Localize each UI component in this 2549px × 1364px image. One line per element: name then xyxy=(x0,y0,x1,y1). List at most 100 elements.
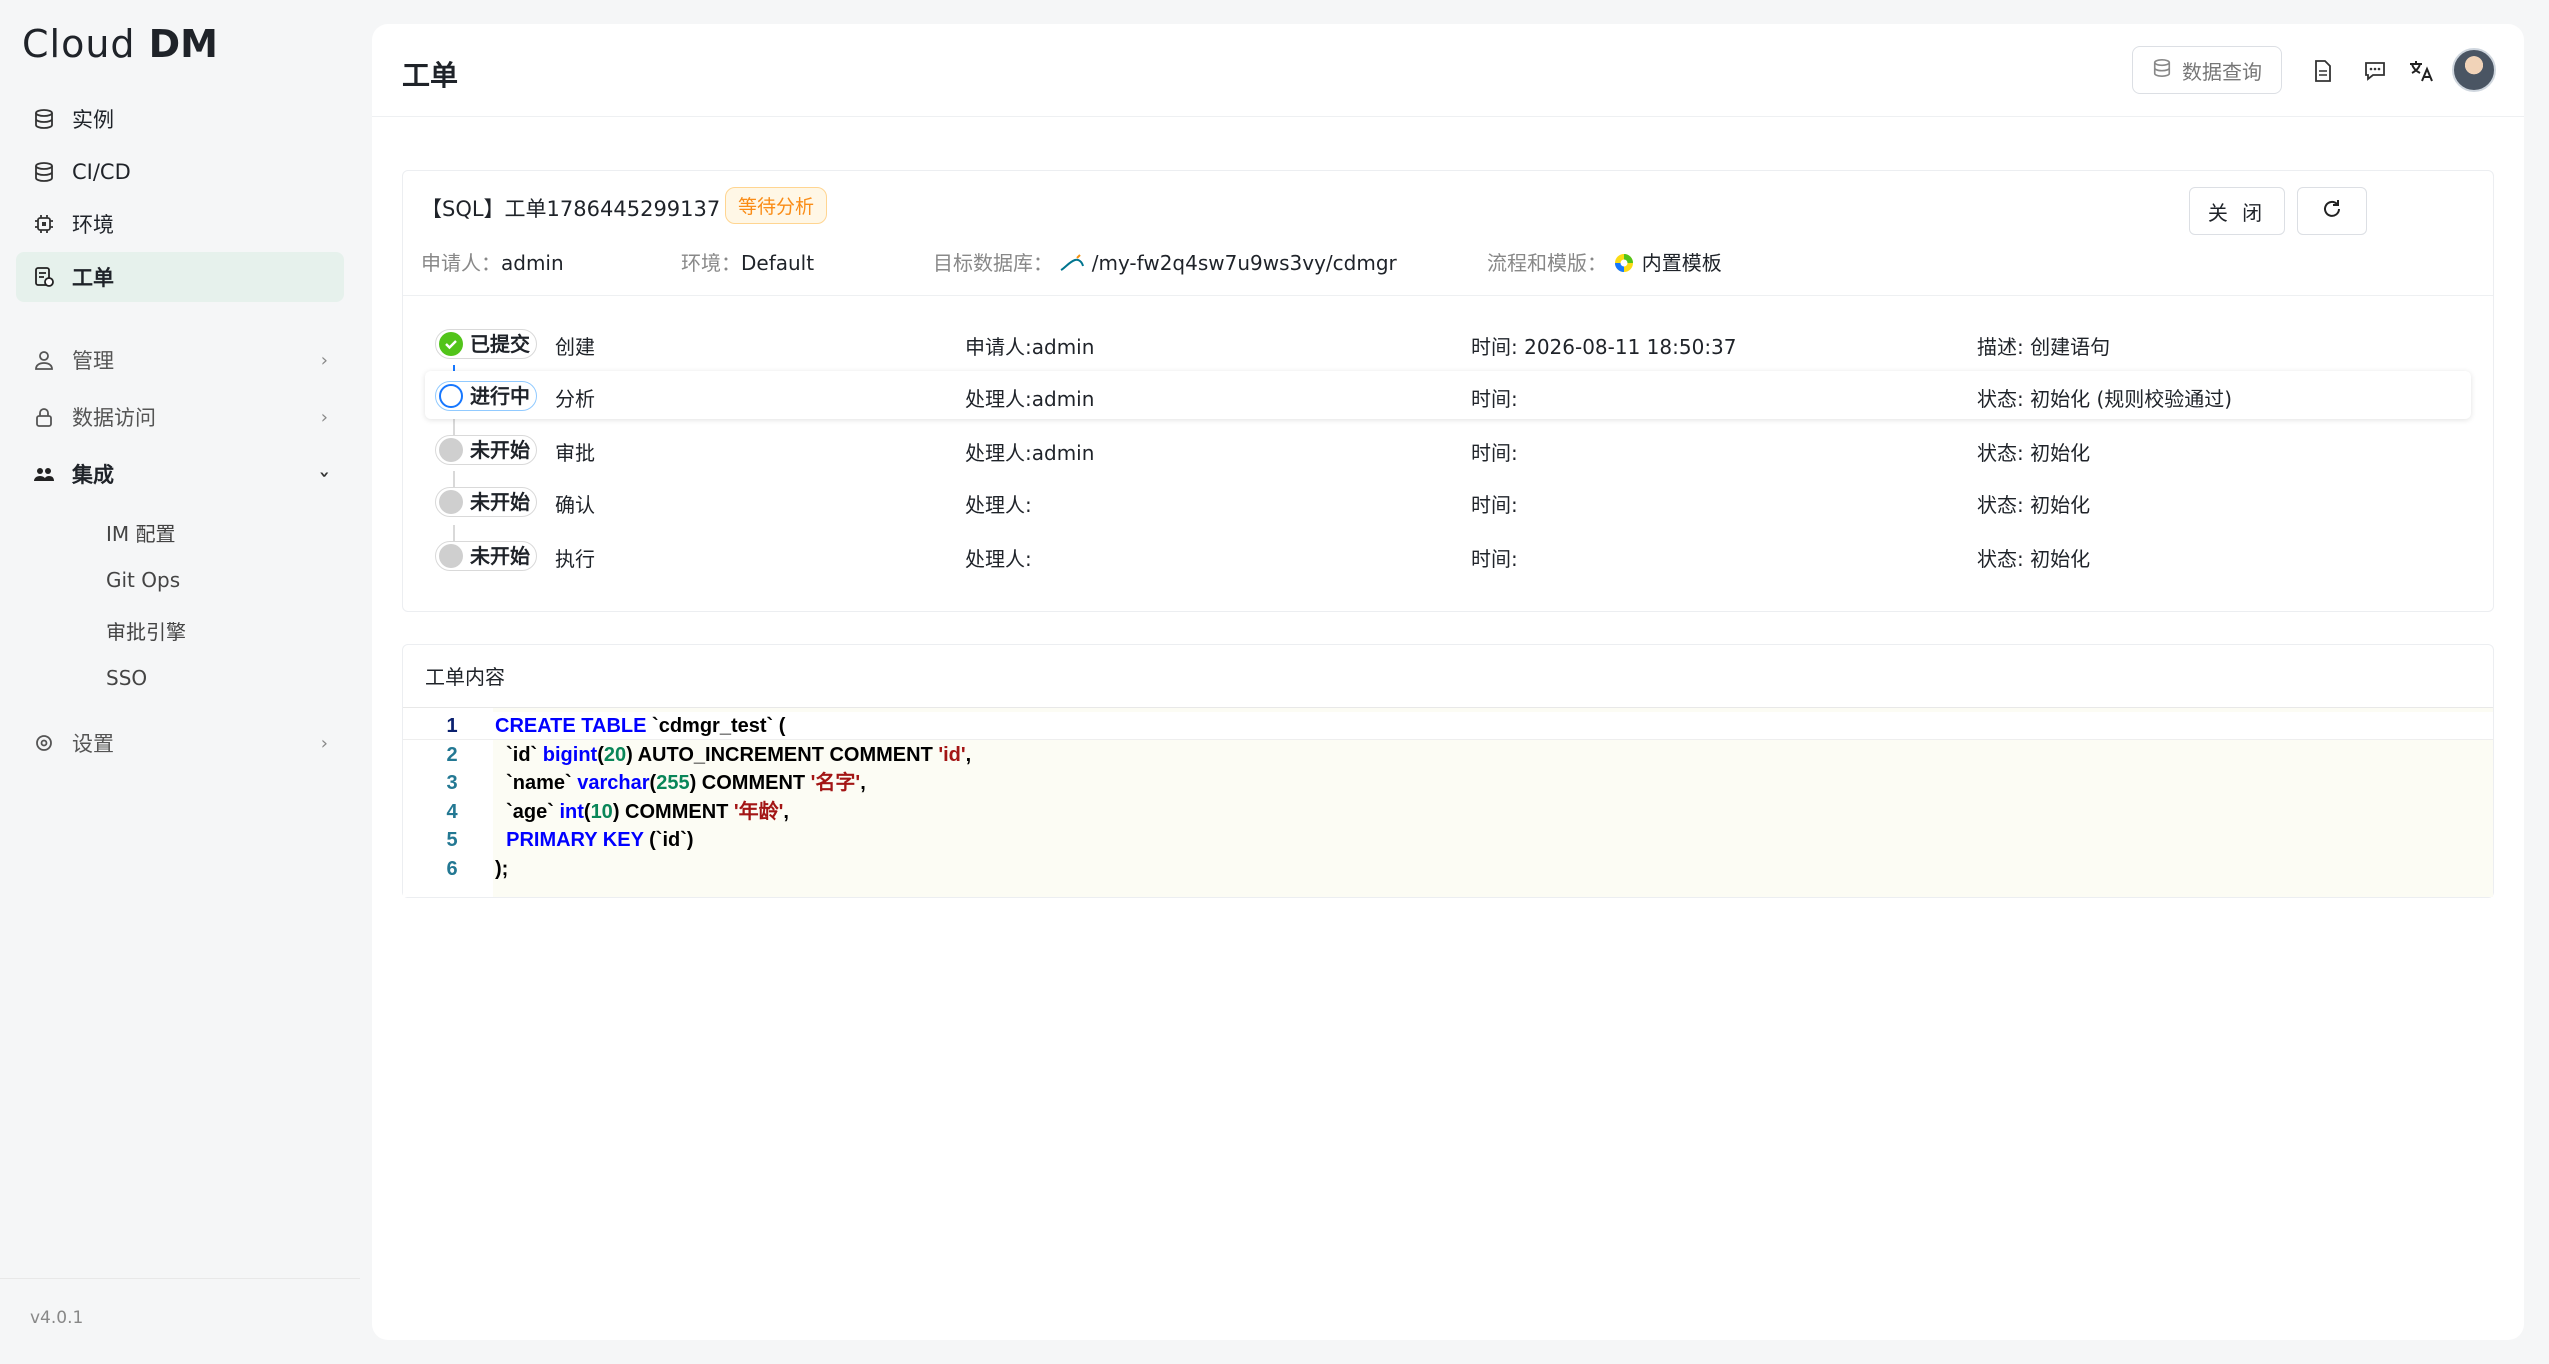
pending-circle-icon xyxy=(439,438,463,462)
step-status-badge: 已提交 xyxy=(435,329,537,359)
app-logo[interactable]: Cloud DM xyxy=(22,22,218,66)
sidebar-item-cicd[interactable]: CI/CD xyxy=(16,147,344,197)
meta-target-db: 目标数据库： /my-fw2q4sw7u9ws3vy/cdmgr xyxy=(933,251,1397,275)
comment-icon[interactable] xyxy=(2362,58,2388,84)
sidebar-item-label: 管理 xyxy=(72,349,114,373)
data-query-label: 数据查询 xyxy=(2182,59,2262,84)
step-person: 处理人: xyxy=(965,547,1032,571)
sidebar-subitem-sso[interactable]: SSO xyxy=(106,666,147,690)
sidebar-item-tickets[interactable]: 工单 xyxy=(16,252,344,302)
user-icon xyxy=(32,348,56,372)
line-number: 3 xyxy=(446,772,458,794)
line-number: 1 xyxy=(446,715,458,737)
line-number: 5 xyxy=(446,829,458,851)
step-row-create: 已提交 创建 申请人:admin 时间: 2026-08-11 18:50:37… xyxy=(425,319,2471,367)
code-text: CREATE TABLE `cdmgr_test` ( xyxy=(495,715,786,737)
chip-icon xyxy=(32,212,56,236)
status-badge: 等待分析 xyxy=(725,187,828,224)
step-name: 确认 xyxy=(555,493,595,517)
sidebar-item-label: 集成 xyxy=(72,463,114,487)
template-icon xyxy=(1613,252,1635,274)
step-time: 时间: xyxy=(1471,441,1518,465)
chevron-right-icon: › xyxy=(320,407,328,428)
doc-icon[interactable] xyxy=(2310,58,2336,84)
step-name: 分析 xyxy=(555,387,595,411)
step-status: 状态: 初始化 xyxy=(1977,493,2091,517)
refresh-button[interactable] xyxy=(2297,187,2367,235)
meta-flow-template: 流程和模版： 内置模板 xyxy=(1487,251,1722,275)
code-line[interactable]: 3 `name` varchar(255) COMMENT '名字', xyxy=(403,769,2493,797)
step-person: 处理人: xyxy=(965,493,1032,517)
settings-icon xyxy=(32,731,56,755)
sidebar-subitem-approval-engine[interactable]: 审批引擎 xyxy=(106,616,186,645)
sql-editor[interactable]: 1 CREATE TABLE `cdmgr_test` ( 2 `id` bigin… xyxy=(403,707,2493,897)
step-status: 状态: 初始化 xyxy=(1977,547,2091,571)
code-text: ); xyxy=(495,857,509,880)
line-number: 4 xyxy=(446,800,458,823)
ticket-icon xyxy=(32,265,56,289)
team-icon xyxy=(32,462,56,486)
sidebar-item-manage[interactable]: 管理 › xyxy=(16,335,344,385)
step-status-badge: 进行中 xyxy=(435,381,537,411)
code-text: `name` varchar(255) COMMENT '名字', xyxy=(495,772,866,794)
step-time: 时间: 2026-08-11 18:50:37 xyxy=(1471,335,1737,359)
code-text: `id` bigint(20) AUTO_INCREMENT COMMENT '… xyxy=(495,743,972,766)
step-description: 描述: 创建语句 xyxy=(1977,335,2111,359)
step-row-confirm: 未开始 确认 处理人: 时间: 状态: 初始化 xyxy=(425,477,2471,525)
code-line[interactable]: 6); xyxy=(403,855,2493,883)
code-line[interactable]: 1 CREATE TABLE `cdmgr_test` ( xyxy=(403,712,2493,740)
progress-circle-icon xyxy=(439,384,463,408)
step-person: 申请人:admin xyxy=(965,335,1095,359)
sidebar-item-label: 工单 xyxy=(72,266,114,290)
step-person: 处理人:admin xyxy=(965,441,1095,465)
stack-icon xyxy=(32,160,56,184)
step-status-badge: 未开始 xyxy=(435,541,537,571)
pending-circle-icon xyxy=(439,544,463,568)
step-name: 审批 xyxy=(555,441,595,465)
step-time: 时间: xyxy=(1471,547,1518,571)
sidebar-divider xyxy=(0,1278,360,1279)
step-name: 执行 xyxy=(555,547,595,571)
lock-icon xyxy=(32,405,56,429)
code-line[interactable]: 5 PRIMARY KEY (`id`) xyxy=(403,826,2493,854)
code-text: PRIMARY KEY (`id`) xyxy=(495,829,694,851)
database-icon xyxy=(2152,58,2172,83)
user-avatar[interactable] xyxy=(2452,48,2496,92)
step-status-badge: 未开始 xyxy=(435,435,537,465)
check-circle-icon xyxy=(439,332,463,356)
data-query-button[interactable]: 数据查询 xyxy=(2132,46,2282,94)
translate-icon[interactable] xyxy=(2408,58,2434,84)
chevron-down-icon: › xyxy=(313,470,335,479)
sidebar-item-instances[interactable]: 实例 xyxy=(16,94,344,144)
sidebar-subitem-im-config[interactable]: IM 配置 xyxy=(106,518,176,547)
code-line[interactable]: 4 `age` int(10) COMMENT '年龄', xyxy=(403,798,2493,826)
step-row-analyze: 进行中 分析 处理人:admin 时间: 状态: 初始化 (规则校验通过) xyxy=(425,371,2471,419)
line-number: 6 xyxy=(446,857,458,880)
sidebar-item-label: 环境 xyxy=(72,213,114,237)
meta-applicant: 申请人：admin xyxy=(421,251,564,275)
step-time: 时间: xyxy=(1471,387,1518,411)
step-row-approve: 未开始 审批 处理人:admin 时间: 状态: 初始化 xyxy=(425,425,2471,473)
sidebar-item-integration[interactable]: 集成 › xyxy=(16,449,344,499)
version-label: v4.0.1 xyxy=(30,1308,84,1328)
code-line[interactable]: 2 `id` bigint(20) AUTO_INCREMENT COMMENT… xyxy=(403,741,2493,769)
header-divider xyxy=(372,116,2524,117)
sidebar-item-settings[interactable]: 设置 › xyxy=(16,718,344,768)
step-name: 创建 xyxy=(555,335,595,359)
step-person: 处理人:admin xyxy=(965,387,1095,411)
sidebar-item-environment[interactable]: 环境 xyxy=(16,199,344,249)
card-divider xyxy=(403,295,2493,296)
sidebar-subitem-git-ops[interactable]: Git Ops xyxy=(106,568,180,592)
sidebar-item-label: 数据访问 xyxy=(72,406,156,430)
sidebar-item-label: 设置 xyxy=(72,732,114,756)
mysql-icon xyxy=(1059,253,1085,271)
sidebar-item-data-access[interactable]: 数据访问 › xyxy=(16,392,344,442)
step-status: 状态: 初始化 (规则校验通过) xyxy=(1977,387,2233,411)
main-panel: 工单 数据查询 【SQL】工单1786445299137 等待分析 关 闭 申请… xyxy=(372,24,2524,1340)
close-button[interactable]: 关 闭 xyxy=(2189,187,2285,235)
database-icon xyxy=(32,107,56,131)
step-time: 时间: xyxy=(1471,493,1518,517)
page-title: 工单 xyxy=(402,59,459,92)
content-title: 工单内容 xyxy=(425,665,505,689)
sidebar-item-label: 实例 xyxy=(72,108,114,132)
